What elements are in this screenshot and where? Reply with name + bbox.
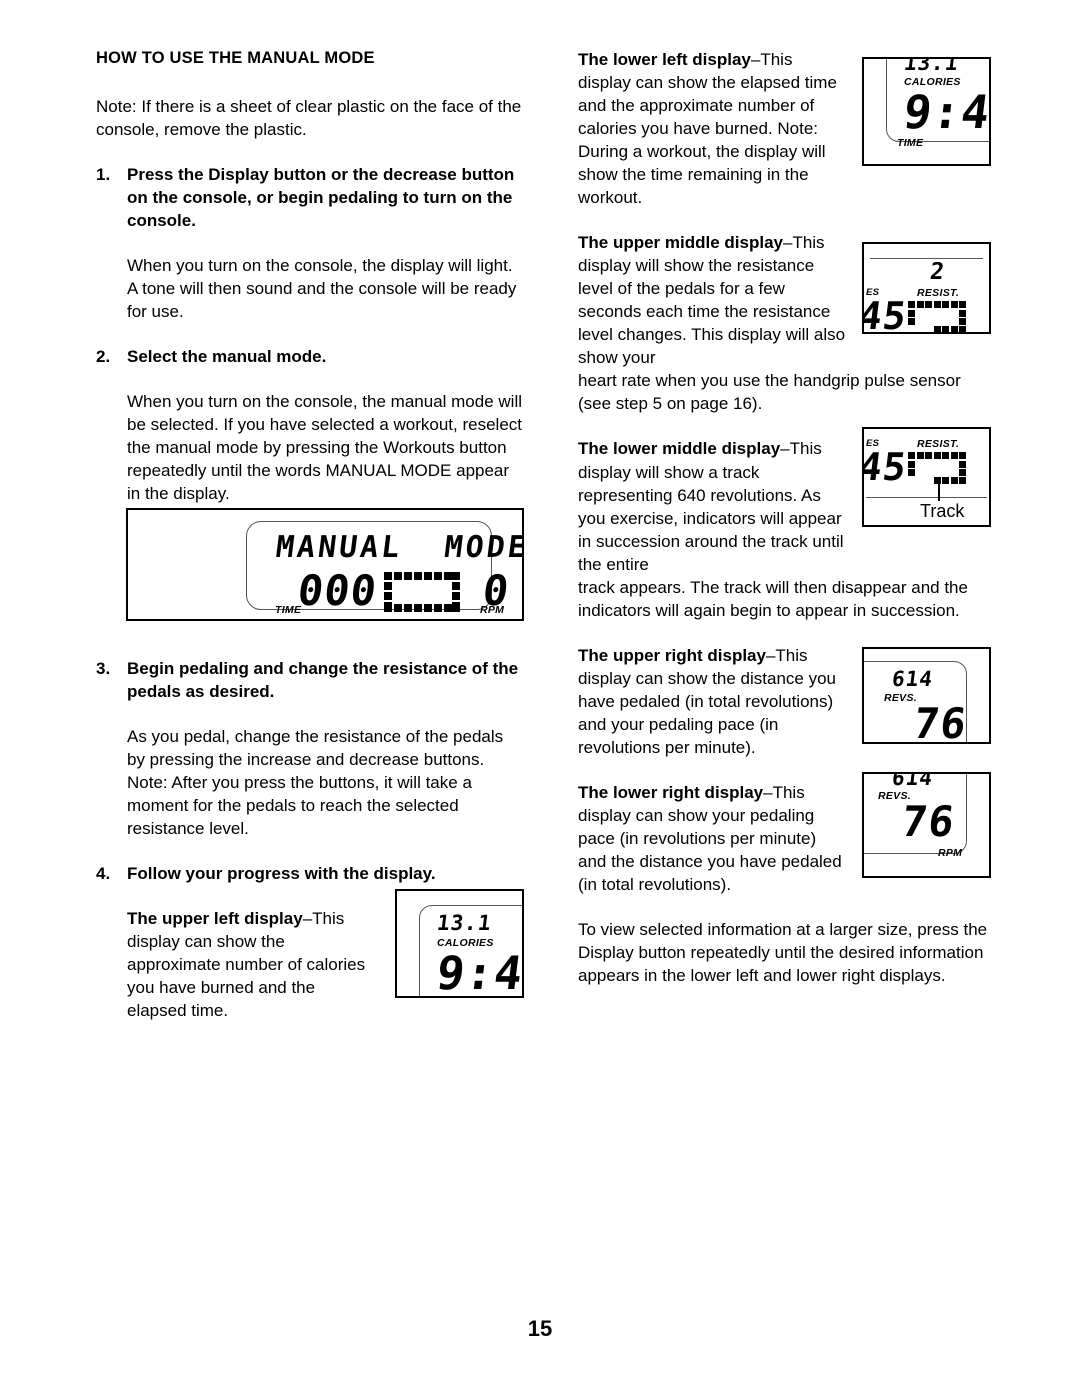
lower-left-display-paragraph: The lower left display–This display can … [578,48,846,209]
step-4-heading: Follow your progress with the display. [127,864,436,884]
lower-middle-time-value-partial: 45 [862,445,910,489]
manual-page: HOW TO USE THE MANUAL MODE Note: If ther… [0,0,1080,1397]
upper-middle-display-lead: The upper middle display [578,233,783,253]
lower-left-display-figure: 13.1 CALORIES 9:45 TIME [862,57,991,166]
lower-middle-display-lead: The lower middle display [578,439,781,459]
page-title: HOW TO USE THE MANUAL MODE [96,49,375,67]
upper-right-revs-value: 614 [890,667,935,691]
lower-right-display-lead: The lower right display [578,782,764,802]
manual-mode-word: MANUAL MODE [273,530,524,565]
step-4-number: 4. [96,864,111,884]
upper-left-display-frame: 13.1 CALORIES 9:45 [395,889,524,998]
lower-right-display-frame: 614 REVS. 76 RPM [862,772,991,878]
track-leader-line [938,481,940,501]
upper-right-display-figure: 614 REVS. 76 [862,647,991,744]
step-2-body: When you turn on the console, the manual… [127,391,523,504]
step-2-number: 2. [96,346,111,366]
lower-middle-display-frame: RESIST. ES 45 Track [862,427,991,527]
step-1: 1. Press the Display button or the decre… [96,163,524,232]
upper-middle-resist-label: RESIST. [917,287,960,299]
lower-middle-display-paragraph: The lower middle display–This display wi… [578,437,846,575]
upper-middle-resist-value: 2 [928,259,947,285]
lower-right-display-paragraph: The lower right display–This display can… [578,781,846,896]
manual-mode-rpm-label: RPM [480,604,505,616]
lower-left-calories-value: 13.1 [902,57,961,75]
intro-note: Note: If there is a sheet of clear plast… [96,96,522,139]
upper-right-display-frame: 614 REVS. 76 [862,647,991,744]
console-frame: MANUAL MODE 000 TIME 0 RPM [126,508,524,621]
step-4: 4. Follow your progress with the display… [96,862,524,885]
upper-middle-time-value-partial: 45 [862,294,910,334]
step-1-body: When you turn on the console, the displa… [127,255,517,321]
upper-left-calories-value: 13.1 [435,911,494,935]
lower-right-revs-value: 614 [890,772,935,790]
upper-right-rpm-value: 76 [911,699,970,744]
track-ring-full [384,572,460,612]
upper-middle-display-figure: 2 RESIST. ES 45 [862,242,991,334]
lower-right-display-figure: 614 REVS. 76 RPM [862,772,991,878]
upper-middle-display-text-narrow: –This display will show the resistance l… [578,233,846,368]
lower-middle-resist-label: RESIST. [917,438,960,450]
lower-middle-divider [866,497,987,499]
step-3-heading: Begin pedaling and change the resistance… [127,659,519,702]
upper-right-revs-label: REVS. [884,692,918,704]
lower-middle-display-figure: RESIST. ES 45 Track [862,427,991,527]
upper-left-time-value: 9:45 [433,946,524,998]
upper-right-display-lead: The upper right display [578,645,766,665]
lower-left-time-value: 9:45 [900,85,991,139]
step-1-heading: Press the Display button or the decrease… [127,164,515,230]
track-callout-label: Track [920,501,965,521]
step-3-number: 3. [96,659,111,679]
lower-left-display-text: –This display can show the elapsed time … [578,50,837,208]
manual-mode-time-value: 000 [295,566,380,615]
step-3: 3. Begin pedaling and change the resista… [96,657,524,703]
track-ring-partial-upper [908,301,966,332]
manual-mode-time-label: TIME [275,604,302,616]
step-1-number: 1. [96,164,111,184]
lower-middle-display-text-wide: track appears. The track will then disap… [578,577,968,620]
closing-paragraph: To view selected information at a larger… [578,920,988,986]
lower-middle-display-text-narrow: –This display will show a track represen… [578,439,844,574]
upper-middle-divider [870,258,983,260]
lower-right-rpm-value: 76 [899,797,958,846]
manual-mode-console-figure: MANUAL MODE 000 TIME 0 RPM [126,508,524,621]
upper-middle-display-text-wide: heart rate when you use the handgrip pul… [578,371,961,414]
page-number: 15 [527,1316,553,1341]
step-2: 2. Select the manual mode. [96,345,524,368]
lower-left-display-lead: The lower left display [578,50,751,69]
lower-left-time-label: TIME [897,137,924,149]
step-3-body: As you pedal, change the resistance of t… [127,727,504,839]
upper-left-display-paragraph: The upper left display–This display can … [127,907,377,1022]
lower-right-rpm-label: RPM [938,847,963,859]
upper-left-display-lead: The upper left display [127,909,303,929]
upper-middle-display-frame: 2 RESIST. ES 45 [862,242,991,334]
lower-left-display-frame: 13.1 CALORIES 9:45 TIME [862,57,991,166]
step-2-heading: Select the manual mode. [127,346,327,366]
upper-middle-display-paragraph: The upper middle display–This display wi… [578,231,846,369]
upper-right-display-paragraph: The upper right display–This display can… [578,644,846,759]
track-ring-partial-lower [908,452,966,484]
upper-left-display-figure: 13.1 CALORIES 9:45 [395,889,524,998]
